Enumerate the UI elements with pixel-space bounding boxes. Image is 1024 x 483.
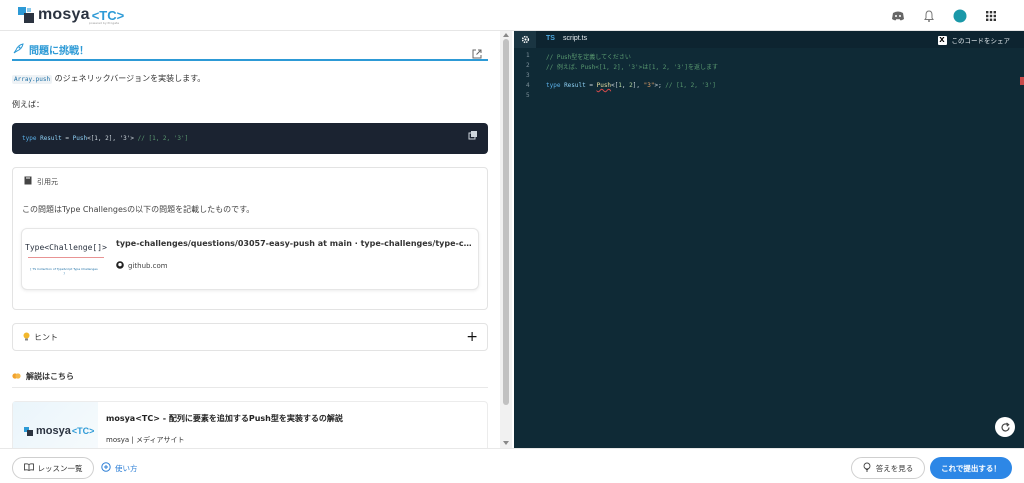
external-link-icon[interactable] [472,44,482,59]
bottom-bar: レッスン一覧 使い方 答えを見る これで提出する！ [0,448,1024,483]
divider [12,387,488,388]
description-text: のジェネリックバージョンを実装します。 [52,74,206,83]
thumb-logo-text: mosya [36,425,71,437]
file-tab[interactable]: script.ts [563,35,587,42]
show-answer-label: 答えを見る [875,463,914,473]
logo-subtitle: powered by Progate [89,21,120,25]
code-keyword: type [546,82,561,89]
line-gutter: 1 2 3 4 5 [514,48,536,448]
github-link-card[interactable]: Type<Challenge[]> [ TS Collection of Typ… [21,228,479,290]
source-description: この問題はType Challengesの以下の問題を記載したものです。 [22,205,255,214]
article-site: mosya | メディアサイト [106,436,185,444]
lesson-list-button[interactable]: レッスン一覧 [12,457,94,479]
link-site-text: github.com [128,262,168,270]
ts-badge: TS [546,35,555,42]
x-logo-icon: X [937,35,947,45]
example-label: 例えば： [12,100,44,109]
code-editor[interactable]: TS script.ts X このコードをシェア 1 2 3 4 5 // Pu… [514,31,1024,448]
thumb-title: Type<Challenge[]> [25,243,107,252]
link-title: type-challenges/questions/03057-easy-pus… [116,239,476,248]
book-icon [24,176,32,187]
line-number: 4 [526,82,530,89]
challenge-heading: 問題に挑戦！ [29,45,89,57]
code-line-4: type Result = Push<[1, 2], "3">; // [1, … [546,82,716,89]
editor-tab-bar: TS script.ts X このコードをシェア [514,31,1024,48]
lightbulb-icon [863,462,871,474]
hint-label: ヒント [34,332,58,342]
top-bar: mosya <TC> powered by Progate [0,0,1024,31]
code-type-name: Result [560,82,586,89]
code-fn-error: Push [596,82,612,89]
code-args: <[1, 2], '3'> [87,135,135,142]
source-card: 引用元 この問題はType Challengesの以下の問題を記載したものです。… [12,167,488,310]
line-number: 2 [526,62,530,69]
apps-grid-icon[interactable] [984,8,998,22]
hint-accordion[interactable]: ヒント + [12,323,488,351]
help-circle-icon [101,462,111,474]
book-open-icon [23,463,34,473]
submit-button[interactable]: これで提出する！ [930,457,1012,479]
code-punct: >; [654,82,666,89]
line-number: 1 [526,52,530,59]
link-site: github.com [116,261,168,271]
code-fn: Push [72,135,88,142]
logo-mark-icon [18,7,34,23]
challenge-heading-bar: 問題に挑戦！ [12,39,488,61]
link-thumbnail: Type<Challenge[]> [ TS Collection of Typ… [22,229,110,289]
article-thumbnail: mosya <TC> [13,402,98,448]
code-string: "3" [643,82,655,89]
share-code-button[interactable]: X このコードをシェア [937,35,1011,45]
code-comment: // [1, 2, '3'] [134,135,189,142]
thumb-logo-tc: <TC> [71,426,95,436]
gear-icon[interactable] [514,31,536,48]
code-punct: ], [632,82,644,89]
expand-plus-icon[interactable]: + [466,329,478,345]
code-eq: = [61,135,73,142]
thumb-underline [28,257,104,258]
code-line-1: // Push型を定義してください [546,54,631,61]
show-answer-button[interactable]: 答えを見る [851,457,925,479]
code-comment: // [1, 2, '3'] [665,82,716,89]
line-number: 3 [526,72,530,79]
article-thumb-logo: mosya <TC> [24,425,94,437]
scroll-thumb[interactable] [503,39,509,405]
discord-icon[interactable] [891,8,905,22]
how-to-link[interactable]: 使い方 [101,462,138,474]
github-icon [116,261,124,271]
scroll-up-arrow-icon[interactable] [503,33,509,37]
code-type-name: Result [40,135,62,142]
source-label-text: 引用元 [37,177,58,186]
code-eq: = [585,82,597,89]
line-number: 5 [526,92,530,99]
rocket-icon [12,40,24,59]
left-scrollbar[interactable] [500,31,512,448]
share-label: このコードをシェア [951,37,1011,45]
bell-icon[interactable] [922,8,936,22]
error-marker [1020,77,1024,85]
lightbulb-icon [23,332,30,343]
logo-mark-icon [24,426,33,436]
explanation-article-card[interactable]: mosya <TC> mosya<TC> - 配列に要素を追加するPush型を実… [12,401,488,448]
scroll-down-arrow-icon[interactable] [503,441,509,445]
hands-icon [12,372,21,382]
code-keyword: type [22,135,37,142]
problem-panel: 問題に挑戦！ Array.push のジェネリックバージョンを実装します。 例え… [0,31,500,448]
explanation-heading: 解説はこちら [12,371,74,382]
example-code-block: type Result = Push<[1, 2], '3'> // [1, 2… [12,123,488,154]
avatar[interactable] [953,8,967,23]
thumb-caption: [ TS Collection of TypeScript Type Chall… [30,267,98,275]
lesson-list-label: レッスン一覧 [37,463,83,473]
copy-icon[interactable] [468,130,478,140]
article-title: mosya<TC> - 配列に要素を追加するPush型を実装するの解説 [106,414,343,423]
inline-code: Array.push [12,75,53,84]
how-to-label: 使い方 [115,463,138,473]
reset-code-icon[interactable] [995,417,1015,437]
challenge-description: Array.push のジェネリックバージョンを実装します。 [12,73,205,84]
logo-text: mosya [38,6,90,23]
explanation-heading-text: 解説はこちら [26,372,74,381]
source-label: 引用元 [24,176,58,187]
code-line-2: // 例えば、Push<[1, 2], '3'>は[1, 2, '3']を返しま… [546,64,718,71]
